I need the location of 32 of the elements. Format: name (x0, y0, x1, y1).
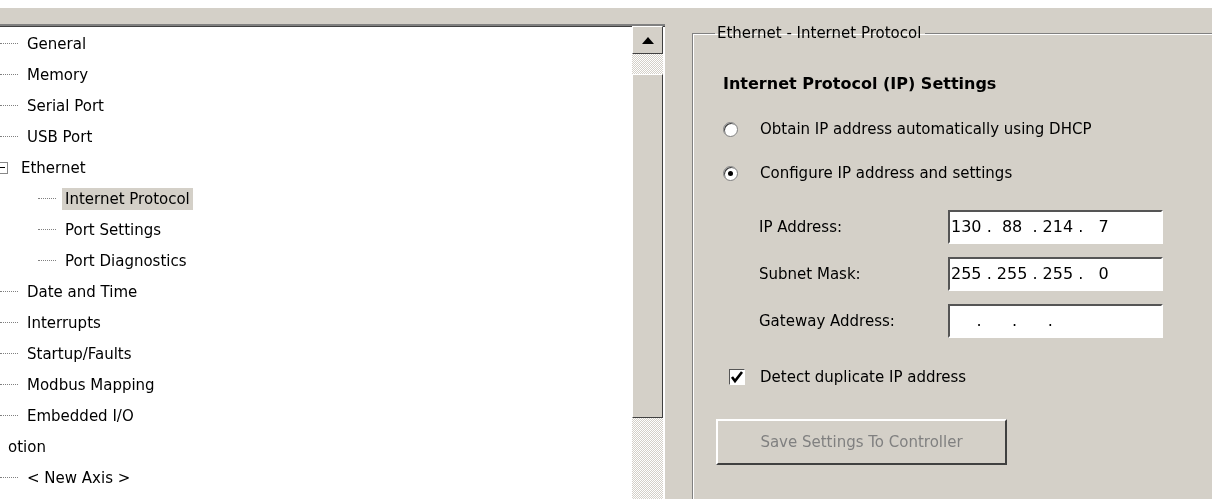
scrollbar[interactable] (632, 26, 663, 499)
field-label: Gateway Address: (759, 311, 896, 330)
radio-label[interactable]: Obtain IP address automatically using DHCP (760, 120, 1092, 138)
tree-item[interactable]: Serial Port (24, 94, 107, 117)
field-label: Subnet Mask: (759, 264, 862, 283)
up-arrow-icon (641, 36, 654, 44)
tree-item[interactable]: Port Settings (62, 218, 165, 241)
tree-item[interactable]: Internet Protocol (62, 187, 193, 210)
ip-address-field[interactable]: . . . (948, 303, 1163, 338)
ip-address-field[interactable]: 255 . 255 . 255 . 0 (948, 256, 1163, 291)
scroll-up-button[interactable] (632, 26, 663, 54)
tree-item[interactable]: Memory (24, 63, 91, 86)
tree-item[interactable]: Port Diagnostics (62, 249, 190, 272)
tree-item[interactable]: Ethernet (18, 156, 89, 179)
field-label: IP Address: (759, 217, 844, 236)
tree-item[interactable]: Startup/Faults (24, 342, 135, 365)
scroll-thumb[interactable] (632, 74, 663, 418)
checkbox-label[interactable]: Detect duplicate IP address (760, 368, 967, 386)
tree-item[interactable]: Interrupts (24, 311, 104, 334)
tree-item[interactable]: Embedded I/O (24, 404, 137, 427)
checkbox[interactable] (729, 369, 745, 385)
section-heading: Internet Protocol (IP) Settings (723, 74, 998, 93)
tree-item[interactable]: Date and Time (24, 280, 141, 303)
group-title: Ethernet - Internet Protocol (716, 24, 923, 42)
tree-item[interactable]: < New Axis > (24, 466, 134, 489)
collapse-icon[interactable] (0, 161, 8, 174)
tree-item[interactable]: USB Port (24, 125, 96, 148)
ip-address-field[interactable]: 130 . 88 . 214 . 7 (948, 209, 1163, 244)
tree-item[interactable]: Modbus Mapping (24, 373, 158, 396)
tree-item[interactable]: otion (5, 435, 49, 458)
radio-label[interactable]: Configure IP address and settings (760, 164, 1013, 182)
tree-item[interactable]: General (24, 32, 90, 55)
